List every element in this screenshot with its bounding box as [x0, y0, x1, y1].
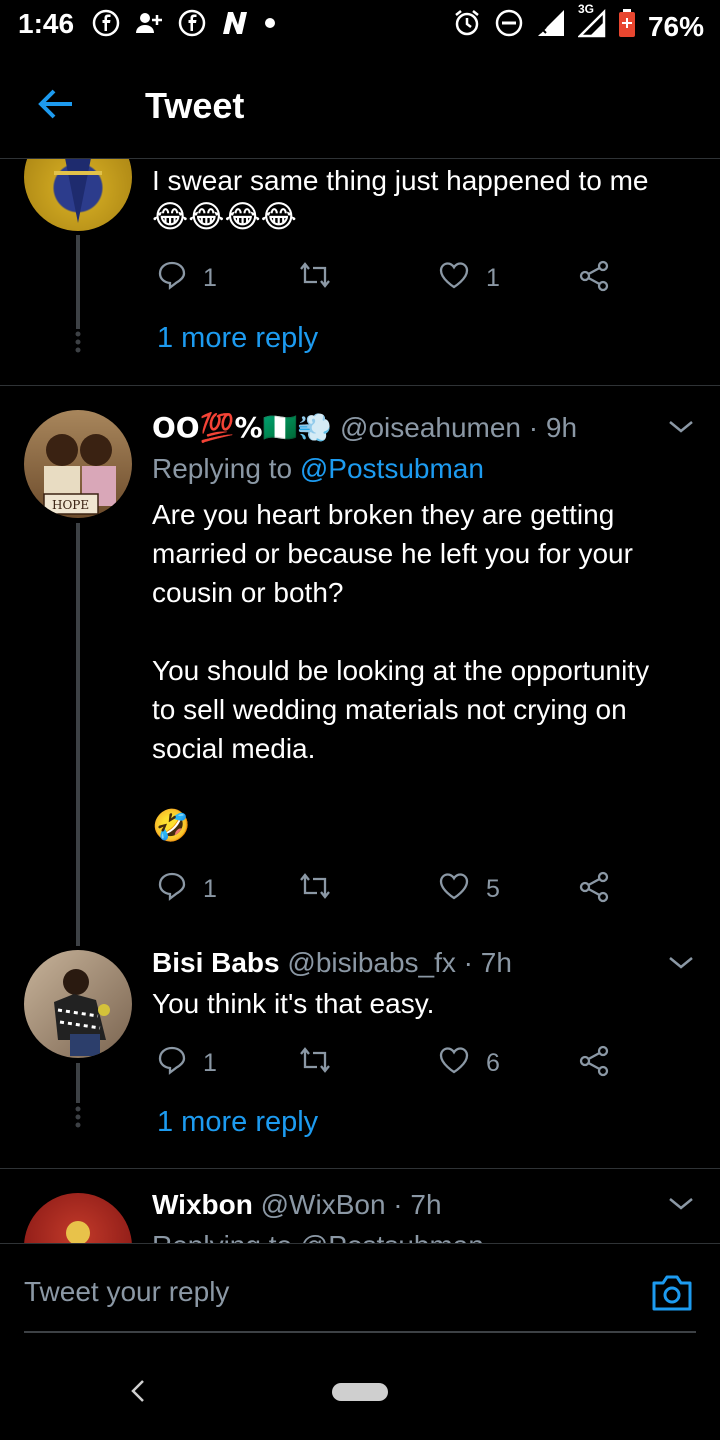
chevron-down-icon[interactable]: [666, 948, 696, 978]
reply-icon: [157, 871, 187, 908]
avatar[interactable]: [24, 950, 132, 1058]
retweet-button[interactable]: [298, 260, 332, 297]
user-name[interactable]: Wixbon: [152, 1189, 253, 1220]
tweet-emoji: 😂😂😂😂: [152, 199, 297, 235]
share-icon: [578, 871, 610, 910]
status-time: 1:46: [18, 8, 75, 39]
mention-link[interactable]: @Postsubman: [300, 453, 484, 484]
replying-to: Replying to @Postsubman: [152, 1226, 484, 1243]
thread-dots: [74, 1106, 81, 1135]
reply-icon: [157, 1045, 187, 1082]
reply-count: 1: [203, 1049, 217, 1077]
heart-icon: [438, 871, 470, 908]
like-button[interactable]: 6: [438, 1045, 500, 1082]
retweet-icon: [298, 260, 332, 297]
signal-3g-label: 3G: [577, 2, 594, 16]
tweet-emoji: 🤣: [152, 808, 191, 844]
tweet-item[interactable]: Wixbon @WixBon · 7h Replying to @Postsub…: [0, 1169, 720, 1243]
thread-dots: [74, 331, 81, 360]
dot-icon: [264, 16, 276, 34]
retweet-button[interactable]: [298, 871, 332, 908]
battery-percent: 76%: [647, 10, 704, 42]
retweet-icon: [298, 1045, 332, 1082]
share-button[interactable]: [578, 1045, 610, 1084]
tweet-header: Bisi Babs @bisibabs_fx · 7h: [152, 943, 512, 983]
user-handle-time[interactable]: @oiseahumen · 9h: [340, 412, 577, 443]
like-count: 5: [486, 875, 500, 903]
dnd-icon: [494, 8, 524, 45]
replying-to: Replying to @Postsubman: [152, 449, 484, 489]
n-app-icon: [220, 10, 250, 41]
user-name[interactable]: Bisi Babs: [152, 947, 280, 978]
reply-count: 1: [203, 875, 217, 903]
tweet-item[interactable]: I swear same thing just happened to me 😂…: [0, 159, 720, 385]
reply-icon: [157, 260, 187, 297]
signal-3g-icon: 3G: [576, 2, 606, 45]
app-header: Tweet: [0, 52, 720, 159]
share-icon: [578, 1045, 610, 1084]
share-icon: [578, 260, 610, 299]
share-button[interactable]: [578, 260, 610, 299]
like-count: 1: [486, 264, 500, 292]
tweet-header: OO💯%🇳🇬💨 @oiseahumen · 9h: [152, 408, 577, 448]
facebook-icon: [178, 9, 206, 42]
reply-input[interactable]: Tweet your reply: [24, 1276, 229, 1308]
battery-icon: [618, 8, 636, 45]
avatar-sign-text: HOPE: [52, 498, 89, 512]
tweet-item[interactable]: HOPE OO💯%🇳🇬💨 @oiseahumen · 9h Replying t…: [0, 386, 720, 946]
avatar[interactable]: [24, 159, 132, 231]
tweet-item[interactable]: Bisi Babs @bisibabs_fx · 7h You think it…: [0, 946, 720, 1168]
home-pill[interactable]: [332, 1383, 388, 1401]
avatar[interactable]: [24, 1193, 132, 1243]
thread-line: [76, 235, 80, 329]
reply-input-underline: [24, 1331, 696, 1333]
facebook-icon: [92, 9, 120, 42]
retweet-button[interactable]: [298, 1045, 332, 1082]
alarm-icon: [452, 8, 482, 45]
back-arrow-icon[interactable]: [36, 84, 76, 124]
more-replies-link[interactable]: 1 more reply: [157, 322, 318, 355]
heart-icon: [438, 1045, 470, 1082]
add-user-icon: [134, 9, 164, 42]
tweet-header: Wixbon @WixBon · 7h: [152, 1185, 442, 1225]
user-handle-time[interactable]: @WixBon · 7h: [261, 1189, 442, 1220]
avatar[interactable]: HOPE: [24, 410, 132, 518]
replying-prefix: Replying to: [152, 453, 300, 484]
heart-icon: [438, 260, 470, 297]
tweet-text-line: cousin or both?: [152, 577, 344, 608]
tweet-text: I swear same thing just happened to me: [152, 165, 649, 196]
status-bar: 1:46 3G 76%: [0, 0, 720, 52]
like-button[interactable]: 1: [438, 260, 500, 297]
chevron-down-icon[interactable]: [666, 412, 696, 442]
reply-button[interactable]: 1: [157, 260, 217, 297]
chevron-down-icon[interactable]: [666, 1189, 696, 1219]
tweet-text-line: to sell wedding materials not crying on: [152, 694, 627, 725]
reply-count: 1: [203, 264, 217, 292]
camera-icon[interactable]: [650, 1273, 694, 1313]
more-replies-link[interactable]: 1 more reply: [157, 1106, 318, 1139]
signal-icon: [536, 8, 566, 45]
reply-button[interactable]: 1: [157, 871, 217, 908]
thread-line: [76, 1063, 80, 1103]
user-handle-time[interactable]: @bisibabs_fx · 7h: [287, 947, 512, 978]
like-button[interactable]: 5: [438, 871, 500, 908]
tweet-text-line: married or because he left you for your: [152, 538, 633, 569]
reply-button[interactable]: 1: [157, 1045, 217, 1082]
tweet-text: You think it's that easy.: [152, 988, 435, 1019]
tweet-text: Are you heart broken they are getting ma…: [152, 495, 649, 846]
tweet-text-line: social media.: [152, 733, 316, 764]
retweet-icon: [298, 871, 332, 908]
nav-back-icon[interactable]: [128, 1377, 148, 1410]
tweet-text-line: You should be looking at the opportunity: [152, 655, 650, 686]
status-system-icons: 3G 76%: [452, 2, 704, 45]
like-count: 6: [486, 1049, 500, 1077]
share-button[interactable]: [578, 871, 610, 910]
status-notification-icons: [92, 9, 276, 42]
user-name[interactable]: OO💯%🇳🇬💨: [152, 411, 332, 444]
page-title: Tweet: [145, 85, 245, 126]
tweet-text-line: Are you heart broken they are getting: [152, 499, 615, 530]
thread-line: [76, 523, 80, 946]
